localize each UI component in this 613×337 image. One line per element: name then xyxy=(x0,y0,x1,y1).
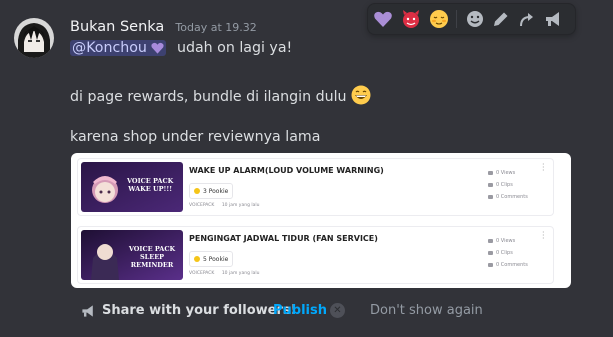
thumbnail-image: VOICE PACK SLEEP REMINDER xyxy=(81,230,183,280)
list-item: VOICE PACK WAKE UP!!! WAKE UP ALARM(LOUD… xyxy=(77,158,554,216)
close-icon[interactable]: ✕ xyxy=(330,303,345,318)
edit-button[interactable] xyxy=(490,8,512,30)
purple-heart-icon xyxy=(151,42,165,58)
clips-stat: 0 Clips xyxy=(488,247,528,259)
devil-face-icon xyxy=(403,10,419,28)
item-stats: 0 Views 0 Clips 0 Comments xyxy=(488,167,528,203)
add-reaction-icon xyxy=(467,11,483,27)
message-header: Bukan Senka Today at 19.32 xyxy=(70,16,257,36)
item-stats: 0 Views 0 Clips 0 Comments xyxy=(488,235,528,271)
more-options-icon: · · · xyxy=(542,160,545,175)
relieved-face-icon xyxy=(430,10,448,28)
views-text: 0 Views xyxy=(496,238,516,244)
coin-icon xyxy=(194,188,200,194)
user-mention[interactable]: @Konchou xyxy=(70,40,167,58)
coin-icon xyxy=(194,256,200,262)
views-stat: 0 Views xyxy=(488,235,528,247)
views-stat: 0 Views xyxy=(488,167,528,179)
message-text-1: udah on lagi ya! xyxy=(176,40,293,56)
item-title: PENGINGAT JADWAL TIDUR (FAN SERVICE) xyxy=(189,234,378,243)
clip-icon xyxy=(488,183,493,187)
comment-icon xyxy=(488,195,493,199)
clips-text: 0 Clips xyxy=(496,250,513,256)
clip-icon xyxy=(488,251,493,255)
comments-text: 0 Comments xyxy=(496,194,528,200)
item-meta: VOICEPACK 10 jam yang lalu xyxy=(189,271,265,276)
price-badge: 3 Pookie xyxy=(189,183,234,199)
price-text: 3 Pookie xyxy=(203,187,229,195)
category-label: VOICEPACK xyxy=(189,271,215,276)
dont-show-again-link[interactable]: Don't show again xyxy=(370,303,483,318)
item-title: WAKE UP ALARM(LOUD VOLUME WARNING) xyxy=(189,166,384,175)
message-toolbar xyxy=(367,3,576,35)
message-text-3: karena shop under reviewnya lama xyxy=(70,129,321,145)
message-line-1: @Konchou udah on lagi ya! xyxy=(70,40,292,58)
username[interactable]: Bukan Senka xyxy=(70,19,164,35)
megaphone-icon xyxy=(546,12,559,26)
relieved-face-reaction-button[interactable] xyxy=(428,8,450,30)
time-label: 10 jam yang lalu xyxy=(221,271,260,276)
share-label: Share with your followers! xyxy=(102,303,297,318)
message-line-2: di page rewards, bundle di ilangin dulu xyxy=(70,85,371,105)
time-label: 10 jam yang lalu xyxy=(221,203,260,208)
clips-text: 0 Clips xyxy=(496,182,513,188)
message-line-3: karena shop under reviewnya lama xyxy=(70,129,320,145)
timestamp: Today at 19.32 xyxy=(175,21,257,34)
comments-text: 0 Comments xyxy=(496,262,528,268)
megaphone-icon xyxy=(82,305,93,317)
thumbnail-line-2: WAKE UP!!! xyxy=(128,185,173,193)
thumbnail-caption: VOICE PACK SLEEP REMINDER xyxy=(121,245,183,269)
price-badge: 5 Pookie xyxy=(189,251,234,267)
avatar[interactable] xyxy=(14,18,54,58)
toolbar-divider xyxy=(456,10,457,28)
thumbnail-image: VOICE PACK WAKE UP!!! xyxy=(81,162,183,212)
comments-stat: 0 Comments xyxy=(488,259,528,271)
eye-icon xyxy=(488,171,493,175)
reply-button[interactable] xyxy=(516,8,538,30)
item-meta: VOICEPACK 10 jam yang lalu xyxy=(189,203,265,208)
pencil-icon xyxy=(494,12,508,26)
more-options-icon: · · · xyxy=(542,228,545,243)
purple-heart-reaction-button[interactable] xyxy=(372,8,394,30)
share-bar: Share with your followers! Publish ✕ Don… xyxy=(72,298,552,324)
eye-icon xyxy=(488,239,493,243)
message-text-2: di page rewards, bundle di ilangin dulu xyxy=(70,89,347,105)
thumbnail-caption: VOICE PACK WAKE UP!!! xyxy=(127,177,173,193)
thumbnail-line-1: VOICE PACK xyxy=(127,177,174,185)
list-item: VOICE PACK SLEEP REMINDER PENGINGAT JADW… xyxy=(77,226,554,284)
reply-arrow-icon xyxy=(520,13,533,27)
comment-icon xyxy=(488,263,493,267)
thumbnail-line-1: VOICE PACK xyxy=(128,245,176,253)
price-text: 5 Pookie xyxy=(203,255,229,263)
mention-text: @Konchou xyxy=(72,40,147,56)
publish-link[interactable]: Publish xyxy=(273,303,327,318)
grinning-face-icon xyxy=(351,85,371,105)
views-text: 0 Views xyxy=(496,170,516,176)
add-reaction-button[interactable] xyxy=(464,8,486,30)
publish-button[interactable] xyxy=(542,8,564,30)
embedded-image[interactable]: VOICE PACK WAKE UP!!! WAKE UP ALARM(LOUD… xyxy=(71,153,571,288)
devil-face-reaction-button[interactable] xyxy=(400,8,422,30)
purple-heart-icon xyxy=(374,11,392,27)
message: Bukan Senka Today at 19.32 @Konchou udah… xyxy=(0,0,613,337)
category-label: VOICEPACK xyxy=(189,203,215,208)
thumbnail-line-2: SLEEP REMINDER xyxy=(130,253,174,269)
comments-stat: 0 Comments xyxy=(488,191,528,203)
clips-stat: 0 Clips xyxy=(488,179,528,191)
